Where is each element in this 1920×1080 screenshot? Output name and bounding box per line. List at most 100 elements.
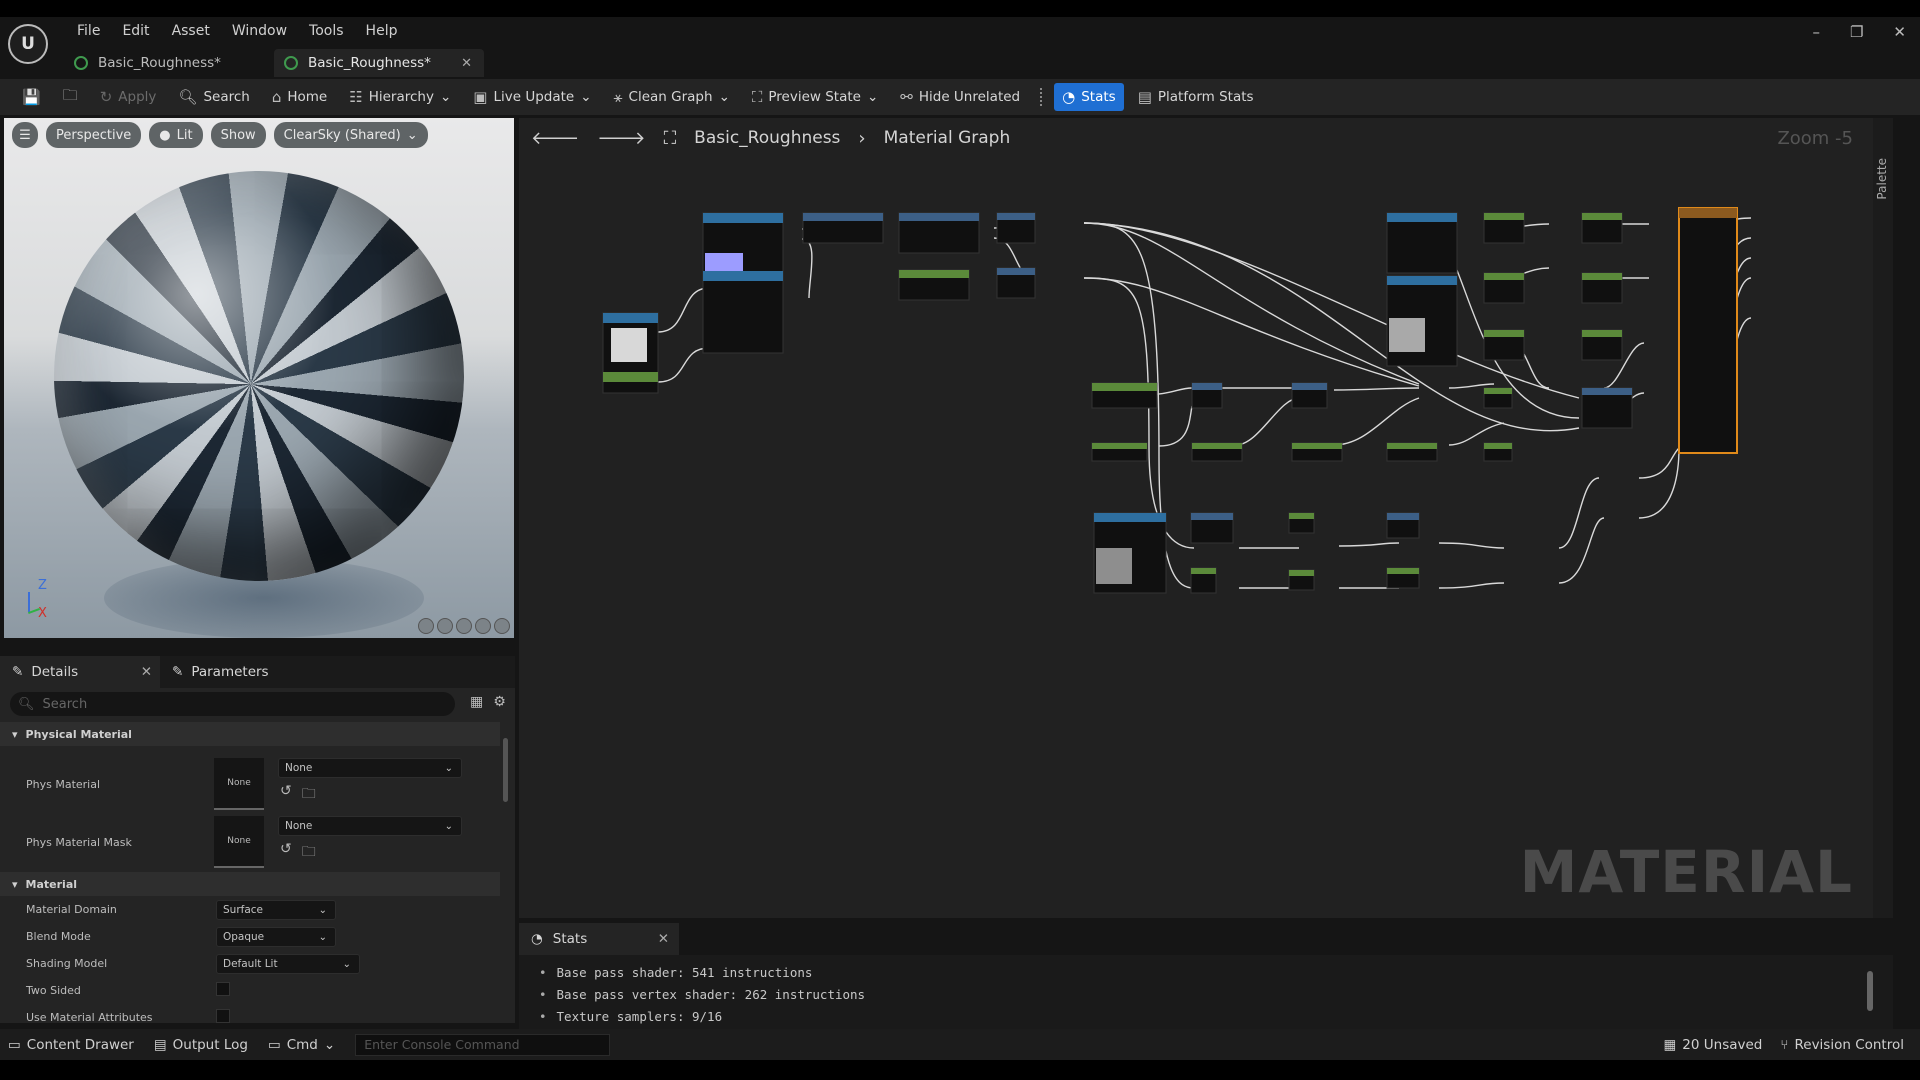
menu-help[interactable]: Help	[355, 23, 409, 39]
blend-mode-label: Blend Mode	[26, 930, 91, 943]
output-log-button[interactable]: ▤ Output Log	[154, 1037, 248, 1053]
tab-basic-roughness-active[interactable]: Basic_Roughness* ✕	[274, 49, 484, 77]
show-button[interactable]: Show	[210, 122, 266, 148]
axis-x-label: X	[38, 606, 47, 621]
cube-icon[interactable]	[475, 618, 491, 634]
home-button[interactable]: ⌂ Home	[264, 83, 335, 111]
tab-parameters[interactable]: ✎ Parameters	[160, 656, 281, 688]
cylinder-icon[interactable]	[418, 618, 434, 634]
chevron-down-icon: ⌄	[406, 127, 418, 143]
material-result-node[interactable]	[1678, 207, 1738, 454]
teapot-icon[interactable]	[494, 618, 510, 634]
search-button[interactable]: 🔍︎ Search	[170, 83, 257, 111]
perspective-button[interactable]: Perspective	[46, 122, 142, 148]
search-icon: 🔍︎	[178, 88, 198, 106]
chevron-down-icon: ⌄	[444, 762, 453, 774]
blend-mode-combo[interactable]: Opaque ⌄	[216, 927, 336, 947]
pencil-icon: ✎	[12, 664, 24, 680]
tab-stats[interactable]: ◔ Stats ✕	[519, 923, 679, 955]
clean-graph-button[interactable]: ⚹ Clean Graph ⌄	[606, 83, 738, 111]
details-scrollbar[interactable]	[503, 738, 508, 802]
editor-window: U File Edit Asset Window Tools Help – ❐ …	[0, 17, 1920, 1060]
menu-edit[interactable]: Edit	[111, 23, 160, 39]
revision-control-button[interactable]: ⑂ Revision Control	[1780, 1037, 1904, 1053]
save-button[interactable]: 💾	[14, 83, 49, 111]
live-update-button[interactable]: ▣ Live Update ⌄	[465, 83, 599, 111]
menu-file[interactable]: File	[66, 23, 111, 39]
phys-mask-combo[interactable]: None ⌄	[278, 816, 462, 836]
back-arrow-icon[interactable]: 🡐	[531, 128, 579, 149]
graph-node[interactable]	[702, 212, 784, 354]
plane-icon[interactable]	[456, 618, 472, 634]
material-graph-panel[interactable]: 🡐 🡒 ⛶ Basic_Roughness › Material Graph Z…	[519, 118, 1893, 918]
tab-label: Basic_Roughness*	[308, 55, 431, 71]
search-icon: 🔍︎	[18, 696, 35, 712]
tab-basic-roughness[interactable]: Basic_Roughness*	[64, 49, 274, 77]
node-graph-canvas[interactable]	[519, 158, 1869, 918]
chevron-down-icon: ⌄	[580, 89, 592, 105]
browse-icon[interactable]: 🗀	[302, 841, 316, 865]
toolbar-overflow-icon[interactable]	[1040, 88, 1043, 106]
details-search-input[interactable]: 🔍︎ Search	[10, 692, 455, 716]
save-icon: 💾	[22, 88, 41, 106]
apply-button[interactable]: ↻ Apply	[92, 83, 165, 111]
two-sided-label: Two Sided	[26, 984, 81, 997]
use-material-attributes-label: Use Material Attributes	[26, 1011, 153, 1023]
minimize-icon[interactable]: –	[1812, 23, 1820, 41]
reset-icon[interactable]: ↺	[280, 783, 292, 807]
details-tabs: ✎ Details ✕ ✎ Parameters	[0, 656, 515, 688]
shading-model-combo[interactable]: Default Lit ⌄	[216, 954, 360, 974]
phys-material-thumbnail[interactable]: None	[214, 758, 264, 810]
stats-scrollbar[interactable]	[1867, 971, 1873, 1011]
close-tab-icon[interactable]: ✕	[461, 56, 472, 71]
close-tab-icon[interactable]: ✕	[658, 931, 669, 947]
stats-line: Texture samplers: 9/16	[539, 1005, 1893, 1027]
browse-button[interactable]: 🗀	[55, 83, 86, 111]
gear-icon[interactable]: ⚙	[493, 694, 506, 710]
section-material[interactable]: ▾ Material	[0, 872, 500, 896]
menu-window[interactable]: Window	[221, 23, 298, 39]
tab-details[interactable]: ✎ Details ✕	[0, 656, 160, 688]
browse-icon[interactable]: 🗀	[302, 783, 316, 807]
lit-button[interactable]: ● Lit	[149, 122, 203, 148]
hierarchy-button[interactable]: ☷ Hierarchy ⌄	[341, 83, 459, 111]
stats-button[interactable]: ◔ Stats	[1054, 83, 1124, 111]
sphere-icon[interactable]	[437, 618, 453, 634]
two-sided-checkbox[interactable]	[216, 982, 230, 996]
phys-mask-actions: ↺ 🗀	[280, 841, 316, 865]
reset-icon[interactable]: ↺	[280, 841, 292, 865]
console-command-input[interactable]: Enter Console Command	[355, 1033, 611, 1056]
unsaved-button[interactable]: ▦ 20 Unsaved	[1664, 1037, 1763, 1053]
restore-icon[interactable]: ❐	[1850, 23, 1863, 41]
viewport-menu-icon[interactable]: ☰	[12, 122, 38, 148]
platform-stats-button[interactable]: ▤ Platform Stats	[1130, 83, 1262, 111]
menu-asset[interactable]: Asset	[161, 23, 221, 39]
section-physical-material[interactable]: ▾ Physical Material	[0, 722, 500, 746]
preview-state-icon: ⛶	[751, 88, 763, 106]
chevron-down-icon: ⌄	[718, 89, 730, 105]
graph-icon: ⛶	[663, 127, 677, 149]
breadcrumb-graph[interactable]: Material Graph	[884, 128, 1011, 148]
material-domain-combo[interactable]: Surface ⌄	[216, 900, 336, 920]
table-view-icon[interactable]: ▦	[470, 694, 483, 710]
hide-unrelated-button[interactable]: ⚯ Hide Unrelated	[892, 83, 1028, 111]
phys-mask-thumbnail[interactable]: None	[214, 816, 264, 868]
unreal-logo-icon[interactable]: U	[8, 24, 48, 64]
window-controls: – ❐ ✕	[1812, 23, 1906, 41]
forward-arrow-icon[interactable]: 🡒	[597, 128, 645, 149]
viewport-toolbar: ☰ Perspective ● Lit Show ClearSky (Shared…	[12, 122, 428, 148]
status-right: ▦ 20 Unsaved ⑂ Revision Control	[1664, 1037, 1904, 1053]
phys-material-combo[interactable]: None ⌄	[278, 758, 462, 778]
preview-state-button[interactable]: ⛶ Preview State ⌄	[744, 83, 886, 111]
tab-label: Basic_Roughness*	[98, 55, 221, 71]
preview-viewport[interactable]: ☰ Perspective ● Lit Show ClearSky (Shared…	[4, 118, 514, 638]
use-material-attributes-checkbox[interactable]	[216, 1009, 230, 1023]
breadcrumb-asset[interactable]: Basic_Roughness	[694, 128, 840, 148]
menu-tools[interactable]: Tools	[298, 23, 355, 39]
content-drawer-button[interactable]: ▭ Content Drawer	[8, 1037, 134, 1053]
palette-sidebar[interactable]: Palette	[1873, 118, 1893, 918]
close-tab-icon[interactable]: ✕	[141, 664, 152, 680]
close-icon[interactable]: ✕	[1893, 23, 1906, 41]
sky-dropdown[interactable]: ClearSky (Shared) ⌄	[273, 122, 428, 148]
cmd-dropdown[interactable]: ▭ Cmd ⌄	[268, 1037, 335, 1053]
